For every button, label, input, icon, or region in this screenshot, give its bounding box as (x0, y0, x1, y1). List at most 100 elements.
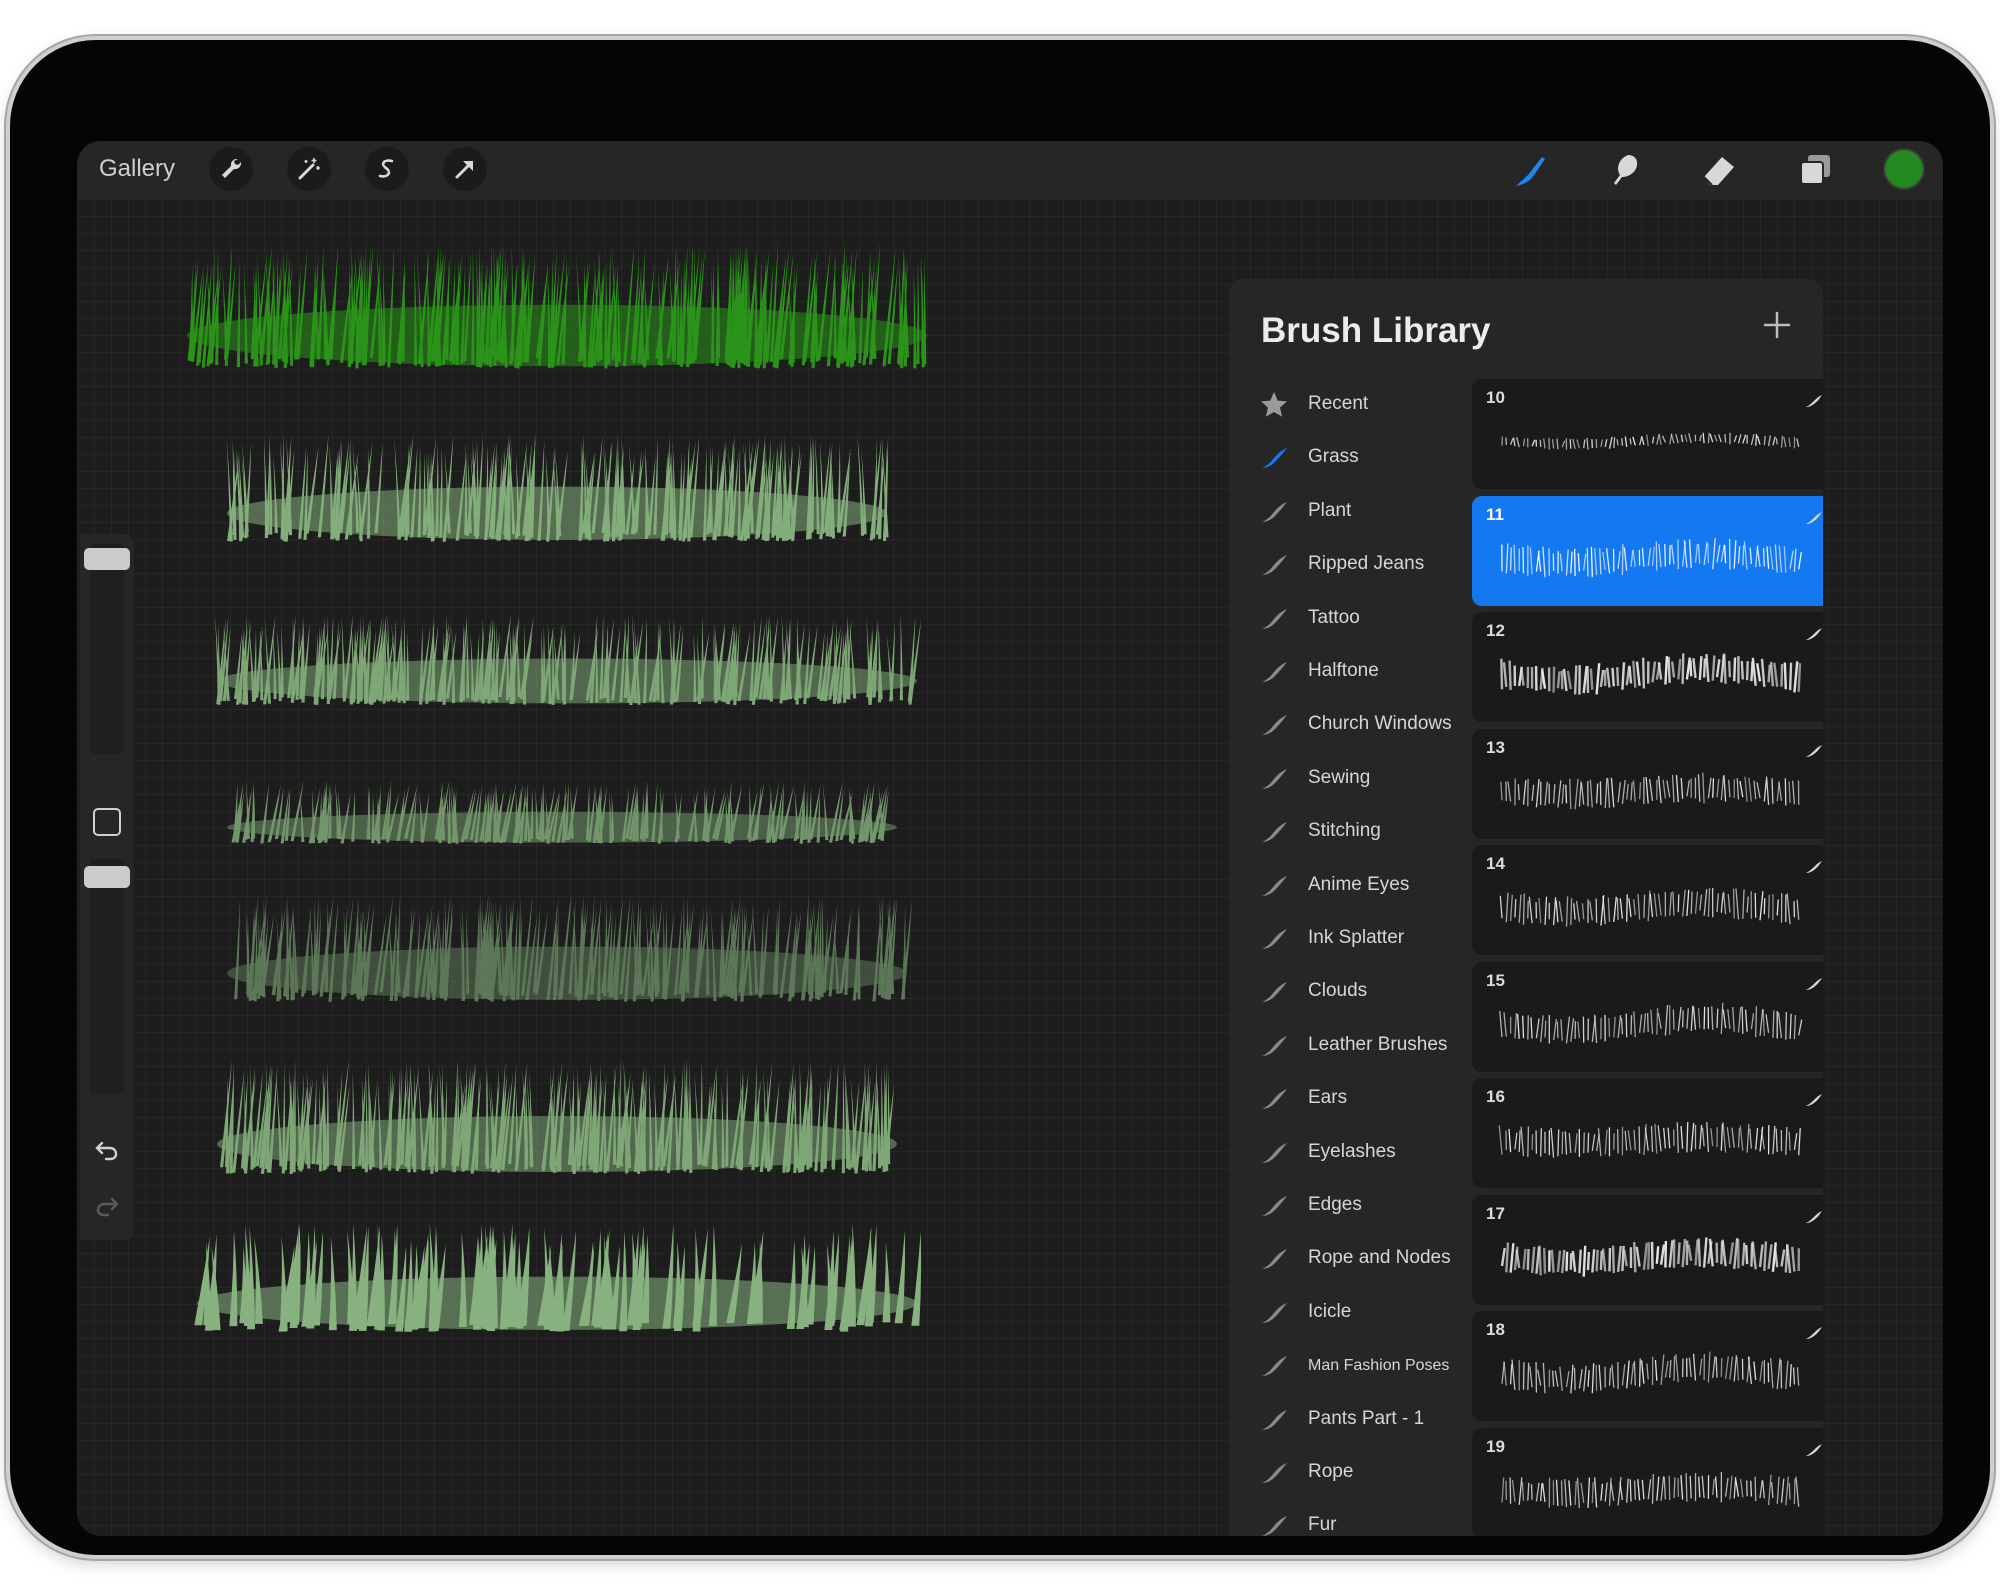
brush-set-label: Man Fashion Poses (1308, 1357, 1450, 1375)
brush-card[interactable]: 19 (1472, 1427, 1823, 1536)
opacity-slider-knob[interactable] (84, 866, 130, 888)
brush-name: 14 (1486, 854, 1505, 873)
brush-card[interactable]: 18 (1472, 1311, 1823, 1421)
brush-name: 16 (1486, 1087, 1505, 1106)
brush-stroke-icon (1258, 816, 1290, 848)
brush-card[interactable]: 16 (1472, 1078, 1823, 1188)
brush-set-item[interactable]: Sewing (1229, 753, 1469, 806)
smudge-tool-button[interactable] (1601, 146, 1649, 194)
grass-blade (740, 898, 744, 996)
brush-set-label: Rope and Nodes (1308, 1247, 1451, 1269)
brush-tool-button[interactable] (1507, 146, 1555, 194)
left-sidebar (80, 534, 134, 1240)
grass-blade (214, 614, 221, 702)
brush-set-item[interactable]: Ink Splatter (1229, 913, 1469, 966)
grass-blade (251, 780, 256, 839)
magic-wand-icon (296, 156, 322, 182)
brush-stroke-icon (1804, 741, 1823, 761)
brush-set-item[interactable]: Rope and Nodes (1229, 1233, 1469, 1286)
grass-blade (900, 898, 913, 1000)
brush-stroke-icon (1804, 857, 1823, 877)
star-icon (1258, 389, 1290, 421)
brush-name: 17 (1486, 1203, 1505, 1223)
brush-set-item[interactable]: Plant (1229, 486, 1469, 539)
brush-stroke-icon (1258, 1404, 1290, 1436)
grass-blade (880, 1064, 884, 1167)
brush-set-label: Ink Splatter (1308, 927, 1405, 948)
size-slider-knob[interactable] (84, 548, 130, 570)
brush-set-item[interactable]: Icicle (1229, 1287, 1469, 1340)
brush-set-label: Tattoo (1308, 606, 1360, 628)
brush-set-label: Recent (1308, 393, 1369, 414)
brush-name: 12 (1486, 621, 1505, 640)
brush-stroke-preview (1500, 653, 1802, 695)
brush-stroke-icon (1258, 870, 1290, 902)
brush-set-item[interactable]: Tattoo (1229, 593, 1469, 646)
brush-stroke-preview (1500, 1236, 1801, 1277)
brush-set-item[interactable]: Fur (1229, 1500, 1469, 1536)
brush-set-item[interactable]: Halftone (1229, 646, 1469, 699)
grass-blade (748, 783, 752, 842)
brush-set-item[interactable]: Leather Brushes (1229, 1020, 1469, 1073)
brush-set-item[interactable]: Ripped Jeans (1229, 539, 1469, 592)
brush-set-item[interactable]: Edges (1229, 1180, 1469, 1233)
eraser-tool-button[interactable] (1695, 146, 1743, 194)
gallery-button[interactable]: Gallery (99, 155, 175, 183)
modify-button[interactable] (93, 808, 121, 836)
grass-blade (254, 1236, 263, 1324)
ipad-frame: Gallery Brush Library Recent Grass Plant… (10, 40, 1990, 1555)
grass-blade (847, 614, 851, 700)
brush-stroke-icon (1258, 923, 1290, 955)
brush-card[interactable]: 10 (1472, 379, 1823, 489)
brush-set-label: Fur (1308, 1514, 1337, 1536)
brush-set-item[interactable]: Ears (1229, 1073, 1469, 1126)
brush-set-item[interactable]: Rope (1229, 1447, 1469, 1500)
brush-stroke-preview (1501, 1471, 1800, 1508)
opacity-slider[interactable] (90, 859, 124, 1094)
adjustments-button[interactable] (287, 147, 331, 191)
brush-card[interactable]: 14 (1472, 845, 1823, 955)
plus-icon[interactable] (1757, 305, 1797, 345)
actions-button[interactable] (209, 147, 253, 191)
brush-set-item[interactable]: Pants Part - 1 (1229, 1394, 1469, 1447)
brush-set-item[interactable]: Grass (1229, 432, 1469, 485)
brush-set-item[interactable]: Recent (1229, 379, 1469, 432)
drawing-canvas[interactable]: Brush Library Recent Grass Plant Ripped Jea… (77, 199, 1943, 1536)
grass-blade (911, 1231, 922, 1326)
brush-set-item[interactable]: Church Windows (1229, 699, 1469, 752)
brush-icon (1510, 149, 1552, 191)
brush-stroke-icon (1258, 1297, 1290, 1329)
color-picker-button[interactable] (1885, 150, 1923, 188)
brush-card[interactable]: 11 (1472, 495, 1823, 606)
brush-set-label: Edges (1308, 1194, 1362, 1215)
brush-stroke-icon (1258, 442, 1290, 474)
brush-card[interactable]: 13 (1472, 728, 1823, 839)
grass-blade (466, 614, 470, 699)
brush-set-item[interactable]: Man Fashion Poses (1229, 1340, 1469, 1393)
layers-icon (1794, 149, 1836, 191)
brush-set-item[interactable]: Eyelashes (1229, 1127, 1469, 1180)
brush-stroke-icon (1258, 1030, 1290, 1062)
redo-icon[interactable] (92, 1190, 122, 1220)
grass-stroke (194, 1222, 922, 1332)
brush-set-item[interactable]: Stitching (1229, 806, 1469, 859)
brush-card[interactable]: 15 (1472, 961, 1823, 1072)
brush-stroke-icon (1258, 603, 1290, 635)
undo-icon[interactable] (92, 1134, 122, 1164)
procreate-screen: Gallery Brush Library Recent Grass Plant… (77, 141, 1943, 1536)
brush-stroke-icon (1804, 1323, 1823, 1343)
selection-button[interactable] (365, 147, 409, 191)
transform-button[interactable] (443, 147, 487, 191)
brush-name: 18 (1486, 1320, 1505, 1339)
brush-set-label: Sewing (1308, 766, 1371, 788)
brush-set-item[interactable]: Clouds (1229, 966, 1469, 1019)
eraser-icon (1698, 149, 1740, 191)
brush-card[interactable]: 12 (1472, 612, 1823, 722)
brush-set-label: Icicle (1308, 1300, 1352, 1322)
brush-stroke-icon (1258, 549, 1290, 581)
brush-library-title: Brush Library (1261, 311, 1491, 350)
brush-card[interactable]: 17 (1472, 1194, 1823, 1305)
brush-set-item[interactable]: Anime Eyes (1229, 860, 1469, 913)
size-slider[interactable] (90, 544, 124, 754)
layers-button[interactable] (1791, 146, 1839, 194)
